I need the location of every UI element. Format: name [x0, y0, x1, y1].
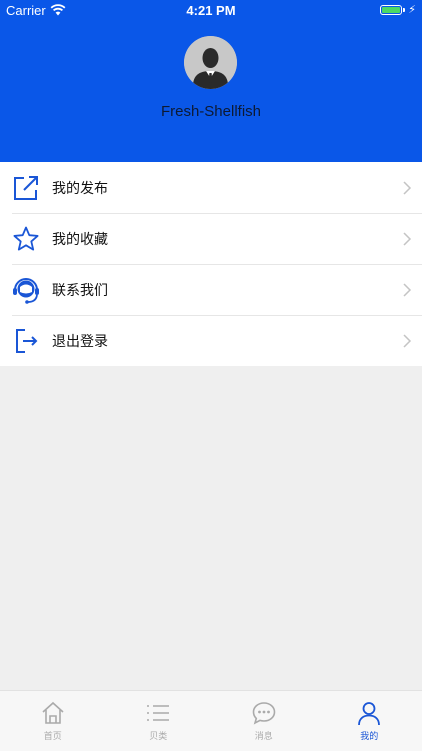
menu-item-label: 我的发布 [52, 178, 402, 198]
tab-label: 消息 [255, 729, 273, 742]
chevron-right-icon [402, 231, 412, 247]
default-user-avatar-icon [184, 36, 237, 89]
star-icon [11, 224, 41, 254]
battery-cap [403, 8, 405, 12]
tab-mine[interactable]: 我的 [317, 691, 422, 751]
menu-item-my-favorites[interactable]: 我的收藏 [0, 213, 422, 264]
avatar[interactable] [184, 36, 237, 89]
tab-label: 我的 [360, 729, 378, 742]
username: Fresh-Shellfish [0, 103, 422, 120]
chevron-right-icon [402, 333, 412, 349]
menu-item-label: 联系我们 [52, 280, 402, 300]
logout-icon [11, 326, 41, 356]
tab-bar: 首页 贝类 消息 我的 [0, 690, 422, 751]
profile-header: Carrier 4:21 PM ⚡ Fresh-Shellfish [0, 0, 422, 162]
profile-menu: 我的发布 我的收藏 联系我们 [0, 162, 422, 366]
home-icon [40, 700, 66, 726]
status-bar: Carrier 4:21 PM ⚡ [0, 0, 422, 22]
chevron-right-icon [402, 282, 412, 298]
tab-messages[interactable]: 消息 [211, 691, 317, 751]
menu-item-my-posts[interactable]: 我的发布 [0, 162, 422, 213]
menu-item-logout[interactable]: 退出登录 [0, 315, 422, 366]
menu-item-label: 退出登录 [52, 331, 402, 351]
menu-item-label: 我的收藏 [52, 229, 402, 249]
menu-item-contact-us[interactable]: 联系我们 [0, 264, 422, 315]
tab-home[interactable]: 首页 [0, 691, 106, 751]
tab-label: 贝类 [149, 729, 167, 742]
battery-icon [380, 5, 402, 15]
share-export-icon [11, 173, 41, 203]
chevron-right-icon [402, 180, 412, 196]
customer-service-icon [11, 275, 41, 305]
status-time: 4:21 PM [0, 3, 422, 18]
chat-bubble-icon [251, 700, 277, 726]
user-icon [356, 700, 382, 726]
tab-shellfish[interactable]: 贝类 [106, 691, 212, 751]
list-icon [145, 700, 171, 726]
tab-label: 首页 [44, 729, 62, 742]
charging-bolt-icon: ⚡ [408, 3, 416, 16]
